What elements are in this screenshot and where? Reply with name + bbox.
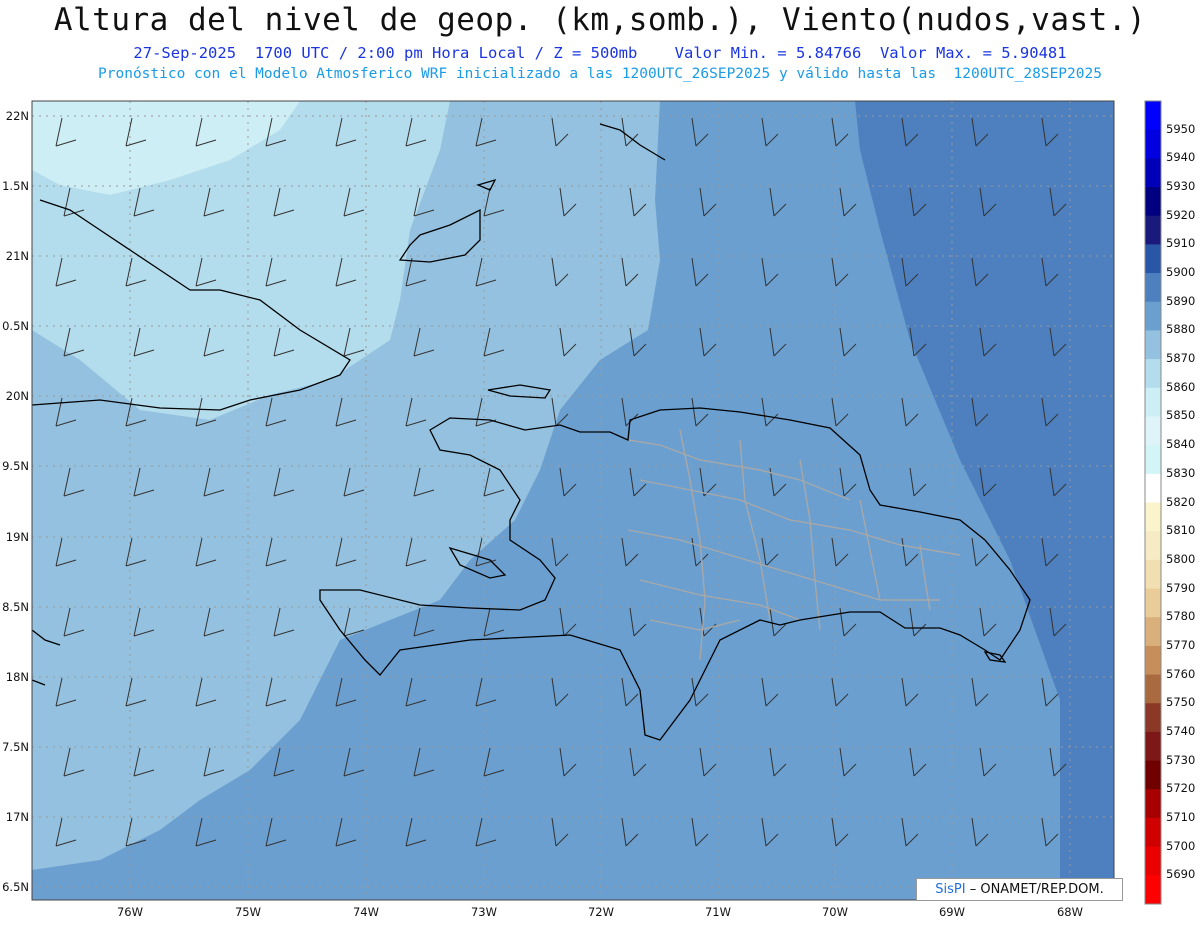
colorbar-swatch <box>1145 158 1161 188</box>
colorbar-level-label: 5770 <box>1166 637 1196 652</box>
colorbar-level-label: 5900 <box>1166 265 1196 280</box>
onamet-credit: – ONAMET/REP.DOM. <box>969 882 1104 897</box>
colorbar-swatch <box>1145 387 1161 417</box>
colorbar-level-label: 5930 <box>1166 179 1196 194</box>
colorbar <box>1144 100 1162 905</box>
lon-label: 71W <box>705 905 731 919</box>
colorbar-swatch <box>1145 645 1161 676</box>
colorbar-swatch <box>1145 588 1161 618</box>
colorbar-swatch <box>1145 789 1161 819</box>
colorbar-level-label: 5920 <box>1166 207 1196 222</box>
lat-label: 19N <box>6 530 29 544</box>
colorbar-swatch <box>1145 301 1161 331</box>
colorbar-swatch <box>1145 674 1161 704</box>
colorbar-swatch <box>1145 731 1161 762</box>
lat-label: 20N <box>6 389 29 403</box>
lat-label: 17N <box>6 810 29 824</box>
colorbar-swatch <box>1145 416 1161 446</box>
colorbar-swatch <box>1145 445 1161 475</box>
colorbar-swatch <box>1145 875 1161 905</box>
colorbar-swatch <box>1145 215 1161 245</box>
colorbar-level-label: 5860 <box>1166 379 1196 394</box>
lat-axis-labels: 22N 1.5N 21N 0.5N 20N 9.5N 19N 8.5N 18N … <box>2 109 29 894</box>
lat-label: 18N <box>6 670 29 684</box>
lat-label: 1.5N <box>2 179 29 193</box>
lon-label: 74W <box>353 905 379 919</box>
lon-label: 75W <box>235 905 261 919</box>
lon-label: 70W <box>822 905 848 919</box>
colorbar-level-label: 5890 <box>1166 293 1196 308</box>
colorbar-level-label: 5850 <box>1166 408 1196 423</box>
colorbar-level-label: 5790 <box>1166 580 1196 595</box>
colorbar-level-label: 5880 <box>1166 322 1196 337</box>
lat-label: 8.5N <box>2 600 29 614</box>
colorbar-level-label: 5690 <box>1166 867 1196 882</box>
colorbar-level-label: 5840 <box>1166 437 1196 452</box>
lon-label: 68W <box>1057 905 1083 919</box>
colorbar-swatch <box>1145 531 1161 561</box>
credit-box: SisPI – ONAMET/REP.DOM. <box>916 878 1123 901</box>
colorbar-swatch <box>1145 817 1161 848</box>
colorbar-swatch <box>1145 273 1161 303</box>
colorbar-swatch <box>1145 846 1161 876</box>
colorbar-level-label: 5950 <box>1166 121 1196 136</box>
map-figure: 22N 1.5N 21N 0.5N 20N 9.5N 19N 8.5N 18N … <box>2 100 1162 919</box>
lon-label: 76W <box>117 905 143 919</box>
sispi-brand: SisPI <box>935 882 966 897</box>
lat-label: 7.5N <box>2 740 29 754</box>
lon-label: 72W <box>588 905 614 919</box>
colorbar-level-label: 5760 <box>1166 666 1196 681</box>
colorbar-level-label: 5870 <box>1166 351 1196 366</box>
colorbar-swatch <box>1145 101 1161 131</box>
colorbar-level-label: 5940 <box>1166 150 1196 165</box>
colorbar-swatch <box>1145 129 1161 159</box>
colorbar-swatch <box>1145 502 1161 532</box>
colorbar-level-label: 5700 <box>1166 838 1196 853</box>
lat-label: 6.5N <box>2 880 29 894</box>
colorbar-swatch <box>1145 473 1161 503</box>
colorbar-level-label: 5800 <box>1166 551 1196 566</box>
colorbar-level-label: 5740 <box>1166 723 1196 738</box>
colorbar-swatch <box>1145 760 1161 790</box>
lon-label: 73W <box>471 905 497 919</box>
colorbar-level-label: 5780 <box>1166 609 1196 624</box>
colorbar-swatch <box>1145 703 1161 733</box>
colorbar-swatch <box>1145 244 1161 274</box>
colorbar-level-label: 5810 <box>1166 523 1196 538</box>
colorbar-swatch <box>1145 617 1161 647</box>
colorbar-swatch <box>1145 330 1161 360</box>
colorbar-level-label: 5730 <box>1166 752 1196 767</box>
colorbar-level-label: 5750 <box>1166 695 1196 710</box>
lon-axis-labels: 76W 75W 74W 73W 72W 71W 70W 69W 68W <box>117 905 1083 919</box>
colorbar-level-label: 5830 <box>1166 465 1196 480</box>
colorbar-level-label: 5910 <box>1166 236 1196 251</box>
lat-label: 22N <box>6 109 29 123</box>
lat-label: 21N <box>6 249 29 263</box>
lat-label: 0.5N <box>2 319 29 333</box>
lat-label: 9.5N <box>2 459 29 473</box>
colorbar-swatch <box>1145 359 1161 389</box>
colorbar-level-label: 5720 <box>1166 781 1196 796</box>
colorbar-level-label: 5710 <box>1166 809 1196 824</box>
colorbar-level-label: 5820 <box>1166 494 1196 509</box>
lon-label: 69W <box>939 905 965 919</box>
colorbar-swatch <box>1145 187 1161 217</box>
colorbar-swatch <box>1145 559 1161 590</box>
